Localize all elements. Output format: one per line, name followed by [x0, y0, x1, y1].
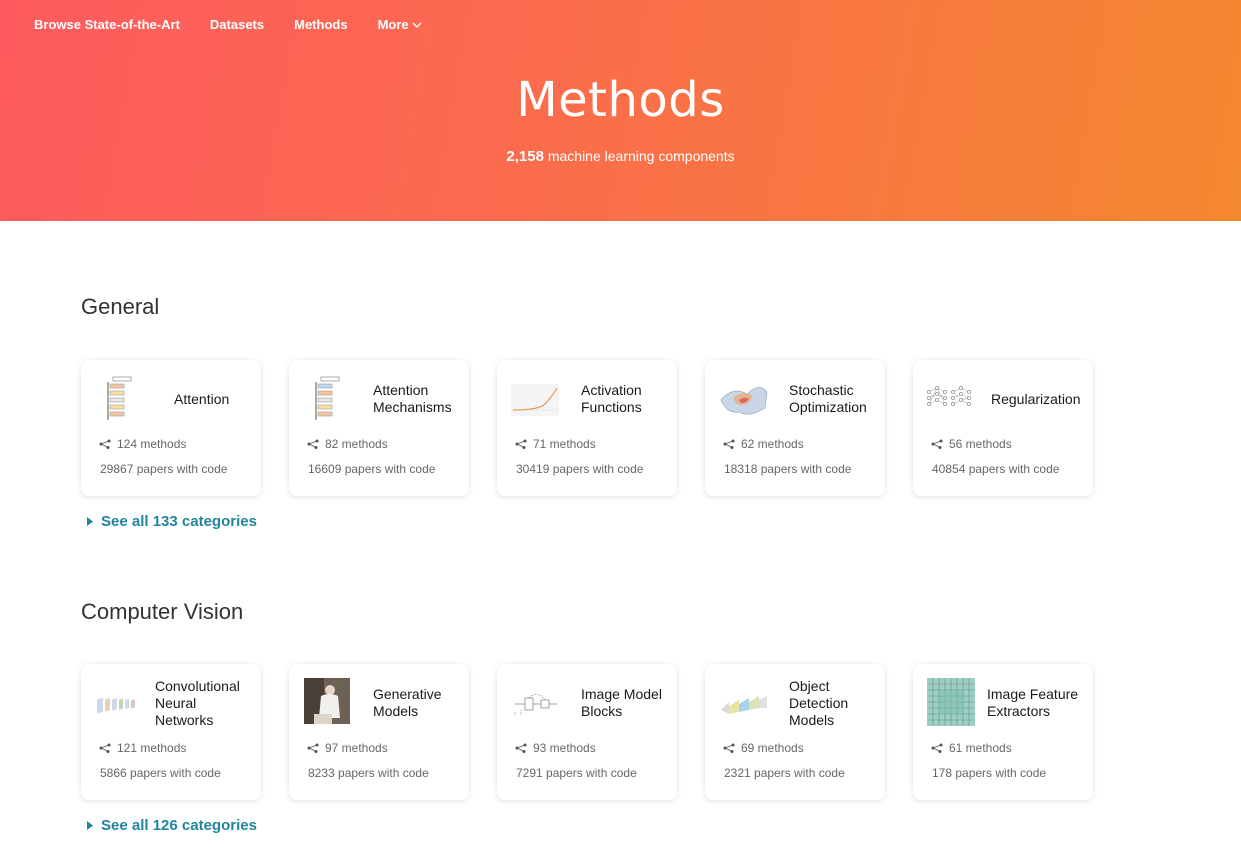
method-graph-icon	[307, 743, 319, 753]
caret-right-icon	[87, 513, 93, 530]
nav-methods[interactable]: Methods	[294, 17, 347, 32]
method-count: 62 methods	[723, 437, 804, 451]
generated-photo-icon	[304, 678, 350, 724]
method-graph-icon	[307, 439, 319, 449]
general-card-row: Attention 124 methods 29867 papers with …	[81, 360, 1121, 496]
attention-diagram-icon	[99, 374, 149, 424]
caret-right-icon	[87, 817, 93, 834]
dropout-network-icon	[927, 374, 977, 424]
method-count-text: 93 methods	[533, 741, 596, 755]
method-count: 82 methods	[307, 437, 388, 451]
paper-count: 40854 papers with code	[932, 462, 1060, 476]
nav-datasets[interactable]: Datasets	[210, 17, 264, 32]
category-name: Activation Functions	[581, 382, 642, 415]
page-subtitle: 2,158 machine learning components	[0, 148, 1241, 165]
method-count-text: 97 methods	[325, 741, 388, 755]
method-count-text: 71 methods	[533, 437, 596, 451]
method-count-text: 56 methods	[949, 437, 1012, 451]
method-count: 124 methods	[99, 437, 186, 451]
paper-count: 29867 papers with code	[100, 462, 228, 476]
category-card[interactable]: Image Model Blocks 93 methods 7291 paper…	[497, 664, 677, 800]
attention-mechanism-diagram-icon	[307, 374, 357, 424]
see-all-computer-vision-link[interactable]: See all 126 categories	[87, 817, 257, 834]
category-name: Stochastic Optimization	[789, 382, 867, 415]
category-name: Attention	[174, 390, 230, 407]
paper-count: 5866 papers with code	[100, 766, 221, 780]
hero-banner: Browse State-of-the-Art Datasets Methods…	[0, 0, 1241, 221]
category-card[interactable]: Attention 124 methods 29867 papers with …	[81, 360, 261, 496]
paper-count: 178 papers with code	[932, 766, 1047, 780]
paper-count: 18318 papers with code	[724, 462, 852, 476]
cv-card-row: Convolutional Neural Networks 121 method…	[81, 664, 1121, 800]
method-count-text: 69 methods	[741, 741, 804, 755]
method-graph-icon	[723, 439, 735, 449]
chevron-down-icon	[412, 17, 422, 32]
paper-count: 2321 papers with code	[724, 766, 845, 780]
method-count: 93 methods	[515, 741, 596, 755]
category-card[interactable]: Regularization 56 methods 40854 papers w…	[913, 360, 1093, 496]
category-card[interactable]: Convolutional Neural Networks 121 method…	[81, 664, 261, 800]
method-count: 69 methods	[723, 741, 804, 755]
cnn-layers-icon	[95, 678, 145, 728]
method-count-text: 121 methods	[117, 741, 187, 755]
paper-count: 7291 papers with code	[516, 766, 637, 780]
subtitle-text: machine learning components	[547, 148, 735, 164]
detection-pipeline-icon	[719, 678, 769, 728]
loss-surface-icon	[719, 374, 769, 424]
paper-count: 8233 papers with code	[308, 766, 429, 780]
method-graph-icon	[515, 743, 527, 753]
method-count: 121 methods	[99, 741, 186, 755]
method-count-text: 61 methods	[949, 741, 1012, 755]
paper-count: 30419 papers with code	[516, 462, 644, 476]
page-title: Methods	[516, 72, 725, 128]
method-graph-icon	[99, 439, 111, 449]
method-graph-icon	[931, 439, 943, 449]
model-block-diagram-icon	[511, 678, 561, 728]
component-count: 2,158	[506, 148, 544, 165]
nav-browse-sota[interactable]: Browse State-of-the-Art	[34, 17, 180, 32]
method-graph-icon	[931, 743, 943, 753]
method-count: 97 methods	[307, 741, 388, 755]
category-card[interactable]: Activation Functions 71 methods 30419 pa…	[497, 360, 677, 496]
category-name: Image Feature Extractors	[987, 686, 1079, 719]
method-graph-icon	[515, 439, 527, 449]
category-name: Regularization	[991, 390, 1081, 407]
see-all-label: See all 126 categories	[101, 817, 257, 834]
method-count: 56 methods	[931, 437, 1012, 451]
see-all-label: See all 133 categories	[101, 513, 257, 530]
nav-more-label: More	[377, 17, 409, 32]
method-count: 61 methods	[931, 741, 1012, 755]
category-name: Object Detection Models	[789, 677, 849, 728]
method-count-text: 82 methods	[325, 437, 388, 451]
method-graph-icon	[723, 743, 735, 753]
method-count-text: 124 methods	[117, 437, 187, 451]
top-nav: Browse State-of-the-Art Datasets Methods…	[34, 17, 452, 32]
category-name: Convolutional Neural Networks	[155, 677, 240, 728]
section-title-computer-vision: Computer Vision	[81, 599, 244, 624]
category-card[interactable]: Attention Mechanisms 82 methods 16609 pa…	[289, 360, 469, 496]
activation-curve-icon	[511, 374, 561, 424]
paper-count: 16609 papers with code	[308, 462, 436, 476]
method-count-text: 62 methods	[741, 437, 804, 451]
method-graph-icon	[99, 743, 111, 753]
feature-grid-icon	[927, 678, 975, 726]
category-card[interactable]: Image Feature Extractors 61 methods 178 …	[913, 664, 1093, 800]
category-card[interactable]: Stochastic Optimization 62 methods 18318…	[705, 360, 885, 496]
category-card[interactable]: Object Detection Models 69 methods 2321 …	[705, 664, 885, 800]
see-all-general-link[interactable]: See all 133 categories	[87, 513, 257, 530]
category-card[interactable]: Generative Models 97 methods 8233 papers…	[289, 664, 469, 800]
category-name: Generative Models	[373, 686, 442, 719]
nav-more[interactable]: More	[378, 17, 422, 32]
method-count: 71 methods	[515, 437, 596, 451]
category-name: Image Model Blocks	[581, 686, 662, 719]
category-name: Attention Mechanisms	[373, 382, 452, 415]
section-title-general: General	[81, 294, 160, 319]
